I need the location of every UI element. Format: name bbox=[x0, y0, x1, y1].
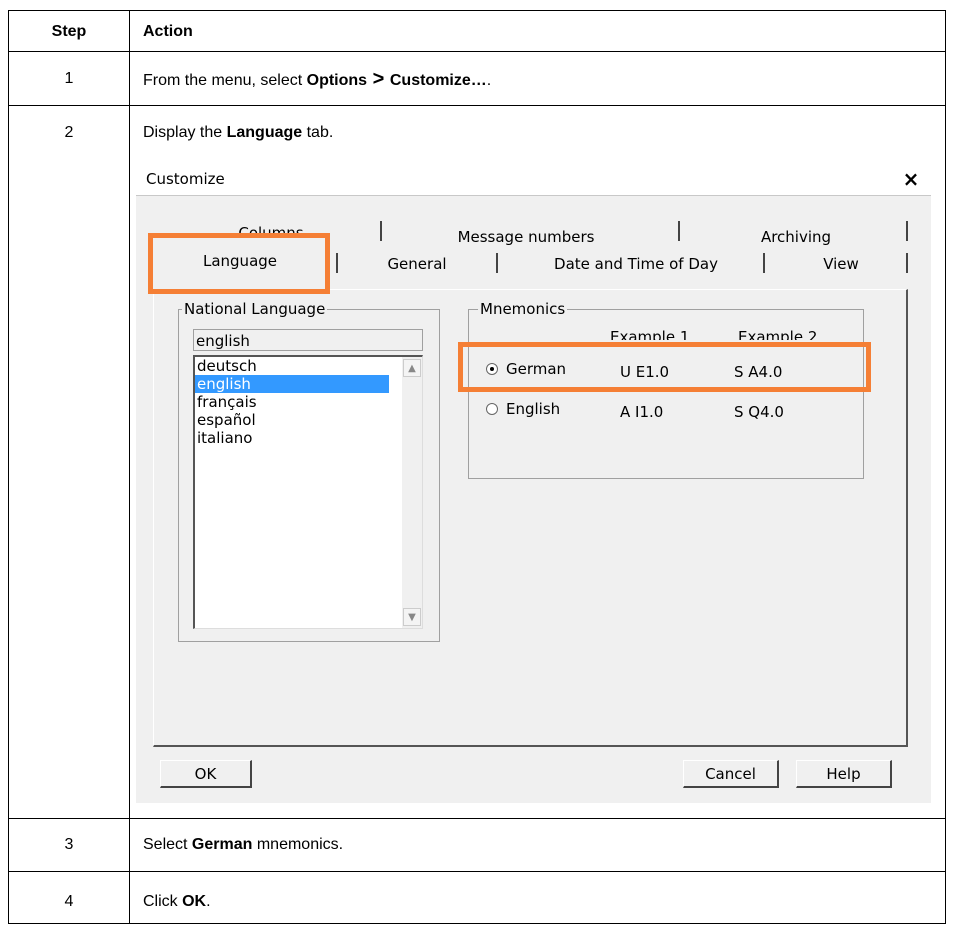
tab-date-and-time[interactable]: Date and Time of Day bbox=[521, 252, 751, 276]
tab-separator bbox=[678, 221, 680, 241]
english-label[interactable]: English bbox=[506, 399, 560, 419]
english-example-2: S Q4.0 bbox=[734, 403, 784, 421]
tab-message-numbers[interactable]: Message numbers bbox=[426, 225, 626, 249]
scroll-down-icon[interactable]: ▼ bbox=[403, 608, 421, 626]
cancel-button[interactable]: Cancel bbox=[683, 760, 779, 788]
listbox-scrollbar[interactable]: ▲ ▼ bbox=[402, 357, 422, 628]
tab-archiving[interactable]: Archiving bbox=[716, 225, 876, 249]
tab-separator bbox=[763, 253, 765, 273]
row-divider bbox=[9, 818, 945, 819]
national-language-legend: National Language bbox=[182, 300, 328, 318]
tab-separator bbox=[496, 253, 498, 273]
english-radio[interactable] bbox=[486, 403, 498, 415]
language-option[interactable]: deutsch bbox=[195, 357, 389, 375]
step-number: 1 bbox=[64, 70, 74, 87]
language-option-selected[interactable]: english bbox=[195, 375, 389, 393]
step-1-text: From the menu, select Options > Customiz… bbox=[143, 68, 492, 90]
german-mnemonics-highlight bbox=[458, 342, 871, 392]
step-2-text: Display the Language tab. bbox=[143, 124, 334, 141]
help-button[interactable]: Help bbox=[796, 760, 892, 788]
ok-button[interactable]: OK bbox=[160, 760, 252, 788]
language-option[interactable]: français bbox=[195, 393, 389, 411]
column-divider bbox=[129, 11, 130, 923]
language-listbox[interactable]: deutsch english français español italian… bbox=[193, 355, 423, 629]
scroll-up-icon[interactable]: ▲ bbox=[403, 359, 421, 377]
header-step: Step bbox=[51, 23, 87, 40]
step-4-text: Click OK. bbox=[143, 893, 211, 910]
tab-separator bbox=[380, 221, 382, 241]
step-number: 4 bbox=[64, 893, 74, 910]
tab-separator bbox=[336, 253, 338, 273]
current-language-field: english bbox=[193, 329, 423, 351]
tab-separator bbox=[906, 253, 908, 273]
dialog-title: Customize bbox=[146, 170, 225, 188]
step-3-text: Select German mnemonics. bbox=[143, 836, 344, 853]
step-number: 3 bbox=[64, 836, 74, 853]
mnemonics-legend: Mnemonics bbox=[478, 300, 568, 318]
row-divider bbox=[9, 51, 945, 52]
header-action: Action bbox=[143, 23, 193, 40]
language-option[interactable]: español bbox=[195, 411, 389, 429]
row-divider bbox=[9, 105, 945, 106]
example-2-header: Example 2 bbox=[738, 328, 818, 340]
tab-separator bbox=[906, 221, 908, 241]
customize-dialog: Customize × Columns Message numbers Arch… bbox=[136, 163, 931, 803]
example-1-header: Example 1 bbox=[610, 328, 690, 340]
step-number: 2 bbox=[64, 124, 74, 141]
close-icon[interactable]: × bbox=[901, 169, 921, 189]
row-divider bbox=[9, 871, 945, 872]
language-option[interactable]: italiano bbox=[195, 429, 389, 447]
tab-view[interactable]: View bbox=[786, 252, 896, 276]
tab-general[interactable]: General bbox=[362, 252, 472, 276]
dialog-titlebar: Customize × bbox=[136, 163, 931, 196]
language-tab-highlight bbox=[148, 233, 330, 294]
english-example-1: A I1.0 bbox=[620, 403, 664, 421]
